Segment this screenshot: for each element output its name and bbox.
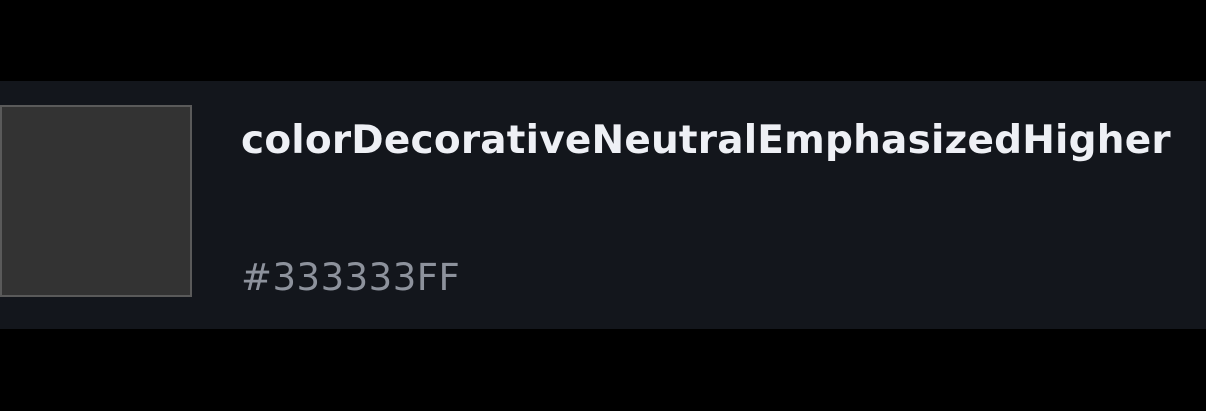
token-name: colorDecorativeNeutralEmphasizedHigher	[241, 118, 1171, 163]
color-token-row: colorDecorativeNeutralEmphasizedHigher #…	[0, 81, 1206, 329]
token-hex-value: #333333FF	[241, 256, 461, 299]
color-swatch	[0, 105, 192, 297]
